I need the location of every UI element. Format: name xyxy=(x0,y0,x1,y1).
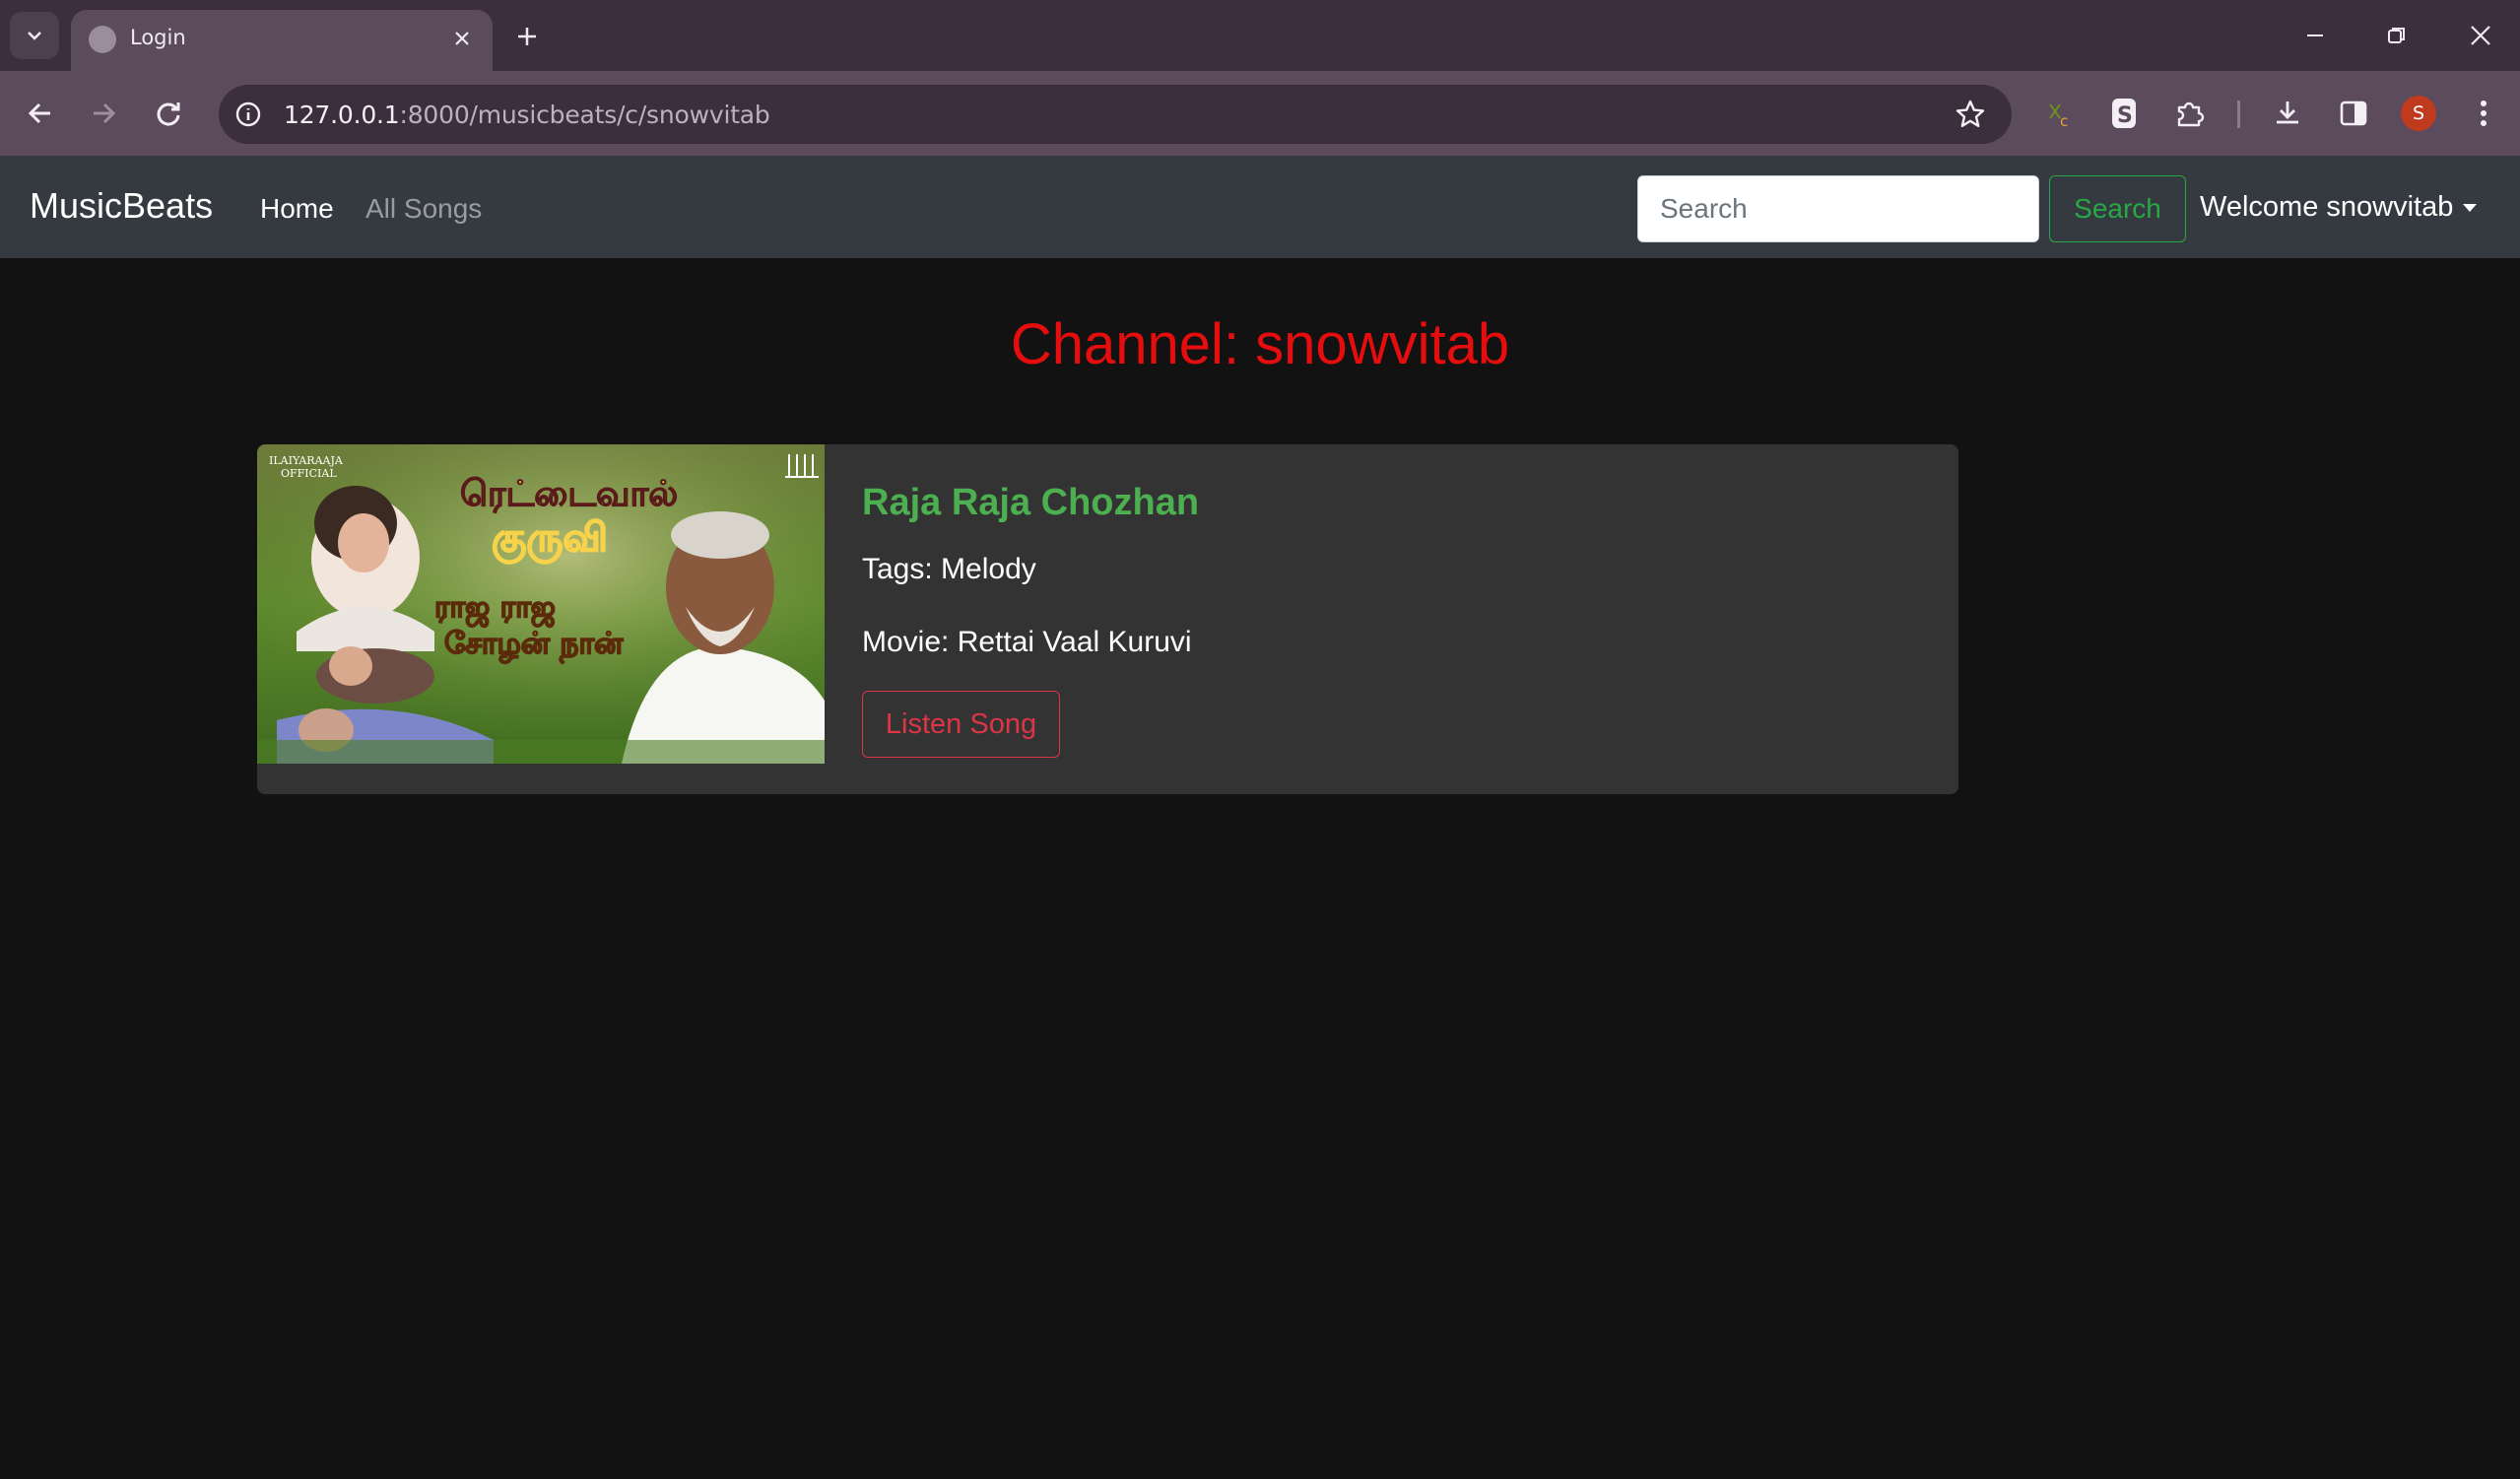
browser-toolbar: 127.0.0.1:8000/musicbeats/c/snowvitab c … xyxy=(0,71,2520,156)
minimize-icon xyxy=(2307,34,2323,36)
caret-down-icon xyxy=(2463,203,2478,212)
toolbar-divider xyxy=(2237,101,2240,128)
nav-link-all-songs[interactable]: All Songs xyxy=(365,193,482,225)
profile-initial: S xyxy=(2401,96,2436,131)
search-input[interactable] xyxy=(1637,175,2039,242)
thumb-title-line1: ரெட்டைவால் xyxy=(460,474,678,514)
song-thumbnail[interactable]: ILAIYARAAJA OFFICIAL ரெட்டைவால் குருவி ர… xyxy=(257,444,825,764)
brand-logo[interactable]: MusicBeats xyxy=(30,185,213,227)
browser-tab-strip: Login xyxy=(0,0,2520,71)
reload-button[interactable] xyxy=(146,91,191,136)
reload-icon xyxy=(157,102,180,126)
song-tags: Tags: Melody xyxy=(862,553,1036,585)
address-bar[interactable]: 127.0.0.1:8000/musicbeats/c/snowvitab xyxy=(219,85,2012,144)
thumb-label-bottom: OFFICIAL xyxy=(281,467,337,480)
nav-link-home[interactable]: Home xyxy=(260,193,334,225)
song-movie: Movie: Rettai Vaal Kuruvi xyxy=(862,626,1192,658)
tab-search-button[interactable] xyxy=(10,12,59,59)
new-tab-button[interactable] xyxy=(506,16,548,57)
url-host: 127.0.0.1 xyxy=(284,101,400,129)
thumb-title-line4: சோழன் நான் xyxy=(444,627,624,664)
search-button[interactable]: Search xyxy=(2049,175,2186,242)
extensions-puzzle-icon[interactable] xyxy=(2167,91,2213,136)
close-window-button[interactable] xyxy=(2451,12,2510,59)
listen-song-button[interactable]: Listen Song xyxy=(862,691,1060,758)
svg-text:c: c xyxy=(2060,112,2068,130)
thumb-title-line2: குருவி xyxy=(492,515,608,564)
restore-icon xyxy=(2388,28,2405,43)
site-info-icon[interactable] xyxy=(232,99,264,130)
extension-c-icon[interactable]: c xyxy=(2036,91,2082,136)
plus-icon xyxy=(518,28,536,45)
thumb-title-line3: ராஜ ராஜ xyxy=(434,590,556,628)
welcome-text: Welcome snowvitab xyxy=(2200,191,2454,223)
arrow-left-icon xyxy=(28,102,50,124)
bookmark-star-icon[interactable] xyxy=(1953,97,1988,132)
tab-close-button[interactable] xyxy=(445,22,479,55)
channel-heading: Channel: snowvitab xyxy=(1010,312,1510,376)
svg-text:S: S xyxy=(2117,103,2133,128)
tab-title: Login xyxy=(130,26,186,49)
forward-button[interactable] xyxy=(81,91,126,136)
song-title: Raja Raja Chozhan xyxy=(862,482,1200,523)
url-text[interactable]: 127.0.0.1:8000/musicbeats/c/snowvitab xyxy=(284,101,770,129)
chevron-down-icon xyxy=(28,32,41,40)
profile-avatar[interactable]: S xyxy=(2396,91,2441,136)
minimize-button[interactable] xyxy=(2286,12,2345,59)
restore-button[interactable] xyxy=(2367,12,2426,59)
browser-tab-active[interactable]: Login xyxy=(71,10,493,71)
thumb-label-top: ILAIYARAAJA xyxy=(269,454,344,467)
extension-s-icon[interactable]: S xyxy=(2101,91,2147,136)
arrow-right-icon xyxy=(94,102,116,124)
site-navbar: MusicBeats Home All Songs Search Welcome… xyxy=(0,156,2520,258)
song-card: ILAIYARAAJA OFFICIAL ரெட்டைவால் குருவி ர… xyxy=(257,444,1958,794)
close-icon xyxy=(455,32,469,45)
user-dropdown[interactable]: Welcome snowvitab xyxy=(2200,191,2478,224)
url-path: :8000/musicbeats/c/snowvitab xyxy=(399,101,770,129)
side-panel-icon[interactable] xyxy=(2331,91,2376,136)
browser-menu-icon[interactable] xyxy=(2461,91,2506,136)
back-button[interactable] xyxy=(18,91,63,136)
globe-icon xyxy=(89,26,116,53)
downloads-icon[interactable] xyxy=(2265,91,2310,136)
close-icon xyxy=(2471,26,2490,45)
